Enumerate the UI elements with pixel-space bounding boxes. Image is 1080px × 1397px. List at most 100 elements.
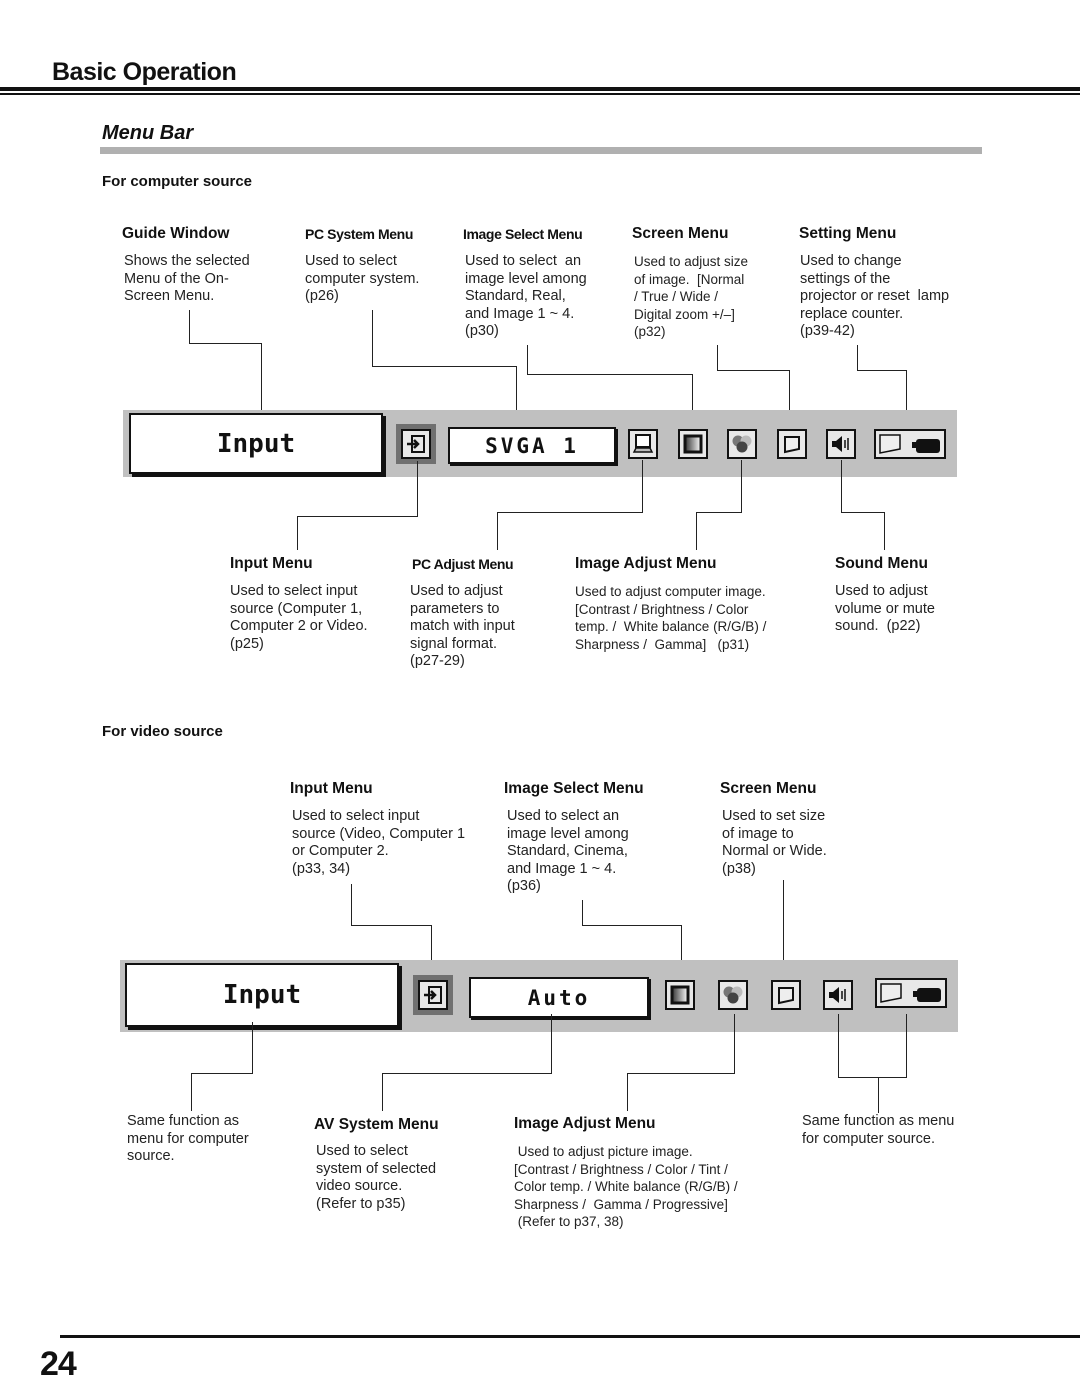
connector-line	[696, 512, 697, 550]
screen-icon	[778, 987, 794, 1005]
computer-source-heading: For computer source	[102, 173, 253, 190]
desc-video-input-menu: Used to select input source (Video, Comp…	[292, 808, 466, 877]
connector-line	[841, 460, 842, 513]
video-menu-input-button[interactable]	[413, 975, 453, 1015]
video-menu-sound-button[interactable]	[823, 980, 853, 1010]
video-menu-image-adjust-button[interactable]	[718, 980, 748, 1010]
connector-line	[191, 1073, 192, 1111]
video-menu-image-select-button[interactable]	[665, 980, 695, 1010]
menu-image-adjust-button[interactable]	[727, 429, 757, 459]
connector-line	[838, 1014, 839, 1078]
connector-line	[417, 461, 418, 517]
connector-line	[297, 516, 418, 517]
desc-video-screen-menu: Used to set size of image to Normal or W…	[722, 808, 827, 877]
connector-line	[297, 516, 298, 550]
desc-video-sound-setting: Same function as menu for computer sourc…	[802, 1113, 955, 1147]
pc-system-menu-box[interactable]: SVGA 1	[448, 427, 616, 464]
connector-line	[838, 1077, 907, 1078]
desc-guide-window: Shows the selected Menu of the On- Scree…	[124, 253, 250, 305]
connector-line	[189, 310, 190, 344]
section-title: Basic Operation	[52, 58, 237, 86]
screen-icon	[784, 436, 800, 454]
connector-line	[191, 1073, 253, 1074]
desc-image-select-menu: Used to select an image level among Stan…	[465, 253, 587, 340]
connector-line	[582, 900, 583, 926]
label-image-adjust-menu: Image Adjust Menu	[575, 555, 717, 572]
label-video-image-select-menu: Image Select Menu	[504, 780, 644, 797]
label-screen-menu: Screen Menu	[632, 225, 729, 242]
desc-screen-menu: Used to adjust size of image. [Normal / …	[634, 254, 749, 340]
desc-av-system-menu: Used to select system of selected video …	[316, 1143, 437, 1212]
connector-line	[372, 366, 517, 367]
connector-line	[382, 1073, 552, 1074]
image-select-icon	[683, 434, 703, 454]
video-source-heading: For video source	[102, 723, 223, 740]
menu-setting-button[interactable]	[874, 429, 946, 459]
video-menu-setting-button[interactable]	[875, 978, 947, 1008]
image-adjust-icon	[723, 986, 743, 1004]
connector-line	[582, 925, 682, 926]
desc-image-adjust-menu: Used to adjust computer image. [Contrast…	[575, 584, 767, 652]
desc-pc-adjust-menu: Used to adjust parameters to match with …	[410, 583, 515, 670]
page-number: 24	[40, 1345, 77, 1383]
menu-pc-adjust-button[interactable]	[628, 429, 658, 459]
label-pc-adjust-menu: PC Adjust Menu	[412, 556, 514, 572]
connector-line	[261, 343, 262, 413]
setting-icon	[880, 983, 941, 1003]
label-image-select-menu: Image Select Menu	[463, 226, 583, 242]
input-icon	[407, 435, 425, 453]
page-title: Menu Bar	[102, 122, 194, 144]
label-setting-menu: Setting Menu	[799, 225, 897, 242]
connector-line	[642, 460, 643, 513]
video-menu-screen-button[interactable]	[771, 980, 801, 1010]
connector-line	[741, 460, 742, 513]
label-video-image-adjust-menu: Image Adjust Menu	[514, 1115, 656, 1132]
desc-sound-menu: Used to adjust volume or mute sound. (p2…	[835, 583, 935, 635]
video-guide-window: Input	[125, 963, 399, 1027]
sound-icon	[829, 987, 846, 1003]
connector-line	[857, 370, 907, 371]
label-av-system-menu: AV System Menu	[314, 1116, 439, 1133]
label-guide-window: Guide Window	[122, 225, 230, 242]
connector-line	[696, 512, 742, 513]
footer-rule	[60, 1335, 1080, 1338]
desc-video-image-select-menu: Used to select an image level among Stan…	[507, 808, 629, 895]
connector-line	[906, 1014, 907, 1078]
connector-line	[857, 345, 858, 370]
input-icon	[424, 986, 442, 1004]
label-pc-system-menu: PC System Menu	[305, 226, 413, 242]
connector-line	[527, 345, 528, 374]
sound-icon	[832, 436, 849, 452]
header-rule-thin	[0, 93, 1080, 95]
desc-video-guide-window: Same function as menu for computer sourc…	[127, 1113, 249, 1165]
connector-line	[734, 1014, 735, 1074]
guide-window: Input	[129, 413, 383, 474]
desc-pc-system-menu: Used to select computer system. (p26)	[305, 253, 420, 305]
menu-image-select-button[interactable]	[678, 429, 708, 459]
connector-line	[252, 1022, 253, 1074]
header-rule	[0, 87, 1080, 91]
menu-screen-button[interactable]	[777, 429, 807, 459]
pc-adjust-icon	[632, 434, 654, 453]
connector-line	[351, 925, 432, 926]
connector-line	[351, 884, 352, 926]
desc-setting-menu: Used to change settings of the projector…	[800, 253, 950, 340]
setting-icon	[879, 434, 940, 454]
label-video-input-menu: Input Menu	[290, 780, 373, 797]
connector-line	[627, 1073, 735, 1074]
label-video-screen-menu: Screen Menu	[720, 780, 817, 797]
connector-line	[497, 512, 643, 513]
image-adjust-icon	[732, 435, 752, 453]
menu-input-button[interactable]	[396, 424, 436, 464]
menu-sound-button[interactable]	[826, 429, 856, 459]
connector-line	[382, 1073, 383, 1111]
connector-line	[497, 512, 498, 550]
av-system-menu-box[interactable]: Auto	[469, 977, 649, 1018]
label-sound-menu: Sound Menu	[835, 555, 928, 572]
connector-line	[189, 343, 262, 344]
label-input-menu: Input Menu	[230, 555, 313, 572]
connector-line	[627, 1073, 628, 1111]
connector-line	[717, 370, 790, 371]
connector-line	[551, 1014, 552, 1074]
desc-video-image-adjust-menu: Used to adjust picture image. [Contrast …	[514, 1144, 738, 1230]
